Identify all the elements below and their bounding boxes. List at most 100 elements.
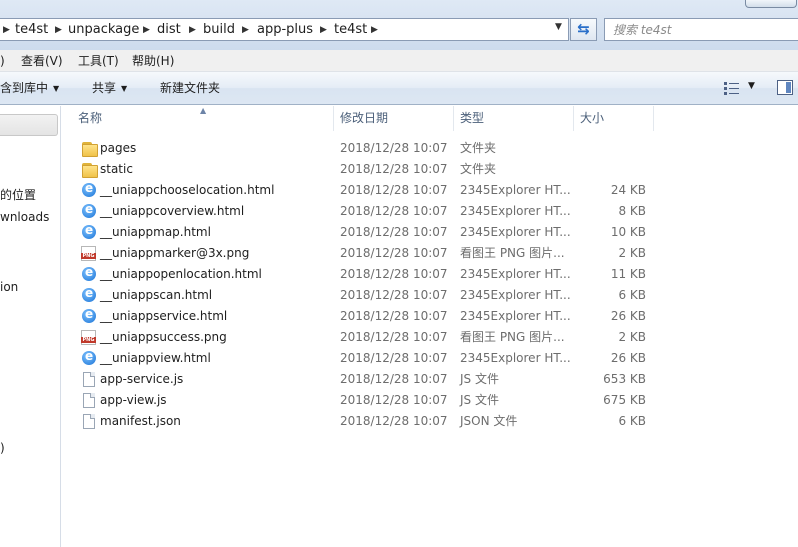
- menu-item-partial[interactable]: ): [0, 53, 5, 69]
- file-date: 2018/12/28 10:07: [340, 351, 448, 365]
- file-date: 2018/12/28 10:07: [340, 372, 448, 386]
- breadcrumb-separator[interactable]: ▶: [189, 22, 196, 38]
- file-type: 2345Explorer HT...: [460, 267, 571, 281]
- folder-icon: [81, 162, 98, 178]
- ie-html-icon: [82, 286, 96, 302]
- window-close-button[interactable]: [745, 0, 797, 8]
- refresh-button[interactable]: ⇆: [570, 18, 597, 41]
- breadcrumb-separator[interactable]: ▶: [371, 22, 378, 38]
- file-size: 11 KB: [610, 267, 646, 281]
- breadcrumb-unpackage[interactable]: unpackage: [68, 22, 139, 38]
- breadcrumb-build[interactable]: build: [203, 22, 235, 38]
- breadcrumb-te4st-current[interactable]: te4st: [334, 22, 367, 38]
- breadcrumb-separator[interactable]: ▶: [320, 22, 327, 38]
- file-row[interactable]: __uniappmap.html 2018/12/28 10:07 2345Expl…: [62, 222, 798, 243]
- file-size: 24 KB: [610, 183, 646, 197]
- share-label: 共享: [92, 81, 117, 95]
- file-row[interactable]: __uniappsuccess.png 2018/12/28 10:07 看图王 P…: [62, 327, 798, 348]
- file-size: 26 KB: [610, 309, 646, 323]
- file-row[interactable]: pages 2018/12/28 10:07 文件夹: [62, 138, 798, 159]
- preview-pane-icon[interactable]: [777, 80, 793, 95]
- file-type: 2345Explorer HT...: [460, 309, 571, 323]
- address-bar[interactable]: ▶ te4st ▶ unpackage ▶ dist ▶ build ▶ app…: [0, 18, 569, 41]
- file-type: 2345Explorer HT...: [460, 183, 571, 197]
- view-options-icon[interactable]: [724, 82, 740, 95]
- file-size: 26 KB: [610, 351, 646, 365]
- file-row[interactable]: app-view.js 2018/12/28 10:07 JS 文件 675 KB: [62, 390, 798, 411]
- file-row[interactable]: static 2018/12/28 10:07 文件夹: [62, 159, 798, 180]
- breadcrumb-dist[interactable]: dist: [157, 22, 181, 38]
- file-row[interactable]: __uniappview.html 2018/12/28 10:07 2345Exp…: [62, 348, 798, 369]
- file-size: 2 KB: [618, 330, 646, 344]
- file-row[interactable]: __uniappcoverview.html 2018/12/28 10:07 23…: [62, 201, 798, 222]
- file-date: 2018/12/28 10:07: [340, 204, 448, 218]
- chevron-down-icon: ▼: [121, 84, 128, 93]
- file-row[interactable]: app-service.js 2018/12/28 10:07 JS 文件 653 K…: [62, 369, 798, 390]
- file-date: 2018/12/28 10:07: [340, 414, 448, 428]
- file-size: 675 KB: [603, 393, 646, 407]
- file-name: __uniappmap.html: [100, 225, 211, 239]
- file-name: __uniappmarker@3x.png: [100, 246, 250, 260]
- breadcrumb-separator[interactable]: ▶: [143, 22, 150, 38]
- breadcrumb-te4st[interactable]: te4st: [15, 22, 48, 38]
- column-header-name[interactable]: 名称: [78, 110, 102, 126]
- file-name: static: [100, 162, 133, 176]
- file-name: pages: [100, 141, 137, 155]
- ie-html-icon: [82, 265, 96, 281]
- nav-item-downloads[interactable]: wnloads: [0, 209, 49, 225]
- sort-ascending-icon: ▲: [200, 106, 207, 115]
- file-row[interactable]: __uniappopenlocation.html 2018/12/28 10:0…: [62, 264, 798, 285]
- file-size: 653 KB: [603, 372, 646, 386]
- file-size: 2 KB: [618, 246, 646, 260]
- file-row[interactable]: __uniappscan.html 2018/12/28 10:07 2345Exp…: [62, 285, 798, 306]
- file-date: 2018/12/28 10:07: [340, 330, 448, 344]
- nav-selected-item[interactable]: [0, 114, 58, 136]
- file-row[interactable]: manifest.json 2018/12/28 10:07 JSON 文件 6 KB: [62, 411, 798, 432]
- menu-item-tools[interactable]: 工具(T): [78, 53, 119, 69]
- file-row[interactable]: __uniappservice.html 2018/12/28 10:07 2345…: [62, 306, 798, 327]
- file-date: 2018/12/28 10:07: [340, 183, 448, 197]
- menu-item-help[interactable]: 帮助(H): [132, 53, 174, 69]
- file-size: 10 KB: [610, 225, 646, 239]
- nav-item-partial[interactable]: ion: [0, 279, 18, 295]
- file-date: 2018/12/28 10:07: [340, 393, 448, 407]
- file-row[interactable]: __uniappchooselocation.html 2018/12/28 10…: [62, 180, 798, 201]
- breadcrumb-separator[interactable]: ▶: [3, 22, 10, 38]
- file-type: JS 文件: [460, 393, 499, 407]
- column-divider[interactable]: [453, 106, 454, 131]
- file-name: app-view.js: [100, 393, 167, 407]
- file-type: JS 文件: [460, 372, 499, 386]
- column-header-type[interactable]: 类型: [460, 110, 484, 126]
- search-placeholder: 搜索 te4st: [613, 23, 672, 37]
- file-type: 2345Explorer HT...: [460, 204, 571, 218]
- file-name: app-service.js: [100, 372, 184, 386]
- file-name: __uniappview.html: [100, 351, 211, 365]
- json-file-icon: [83, 414, 95, 429]
- breadcrumb-separator[interactable]: ▶: [242, 22, 249, 38]
- view-dropdown-icon[interactable]: ▼: [748, 81, 755, 91]
- include-in-library-button[interactable]: 含到库中 ▼: [0, 80, 59, 97]
- refresh-icon: ⇆: [577, 20, 590, 38]
- ie-html-icon: [82, 223, 96, 239]
- breadcrumb-separator[interactable]: ▶: [55, 22, 62, 38]
- column-divider[interactable]: [573, 106, 574, 131]
- column-divider[interactable]: [653, 106, 654, 131]
- menu-item-view[interactable]: 查看(V): [21, 53, 63, 69]
- file-row[interactable]: __uniappmarker@3x.png 2018/12/28 10:07 看图王…: [62, 243, 798, 264]
- ie-html-icon: [82, 181, 96, 197]
- column-divider[interactable]: [333, 106, 334, 131]
- breadcrumb-app-plus[interactable]: app-plus: [257, 22, 313, 38]
- nav-item-partial-drive[interactable]: ): [0, 440, 5, 456]
- share-button[interactable]: 共享 ▼: [92, 80, 127, 97]
- column-header-date[interactable]: 修改日期: [340, 110, 388, 126]
- address-dropdown-icon[interactable]: ▼: [555, 22, 562, 32]
- new-folder-button[interactable]: 新建文件夹: [160, 80, 220, 96]
- file-date: 2018/12/28 10:07: [340, 225, 448, 239]
- nav-item-recent-places[interactable]: 的位置: [0, 187, 36, 203]
- file-date: 2018/12/28 10:07: [340, 141, 448, 155]
- search-input[interactable]: 搜索 te4st: [604, 18, 798, 41]
- file-name: __uniappcoverview.html: [100, 204, 245, 218]
- file-name: __uniappchooselocation.html: [100, 183, 275, 197]
- column-header-size[interactable]: 大小: [580, 110, 604, 126]
- navigation-pane[interactable]: 的位置 wnloads ion ): [0, 106, 61, 547]
